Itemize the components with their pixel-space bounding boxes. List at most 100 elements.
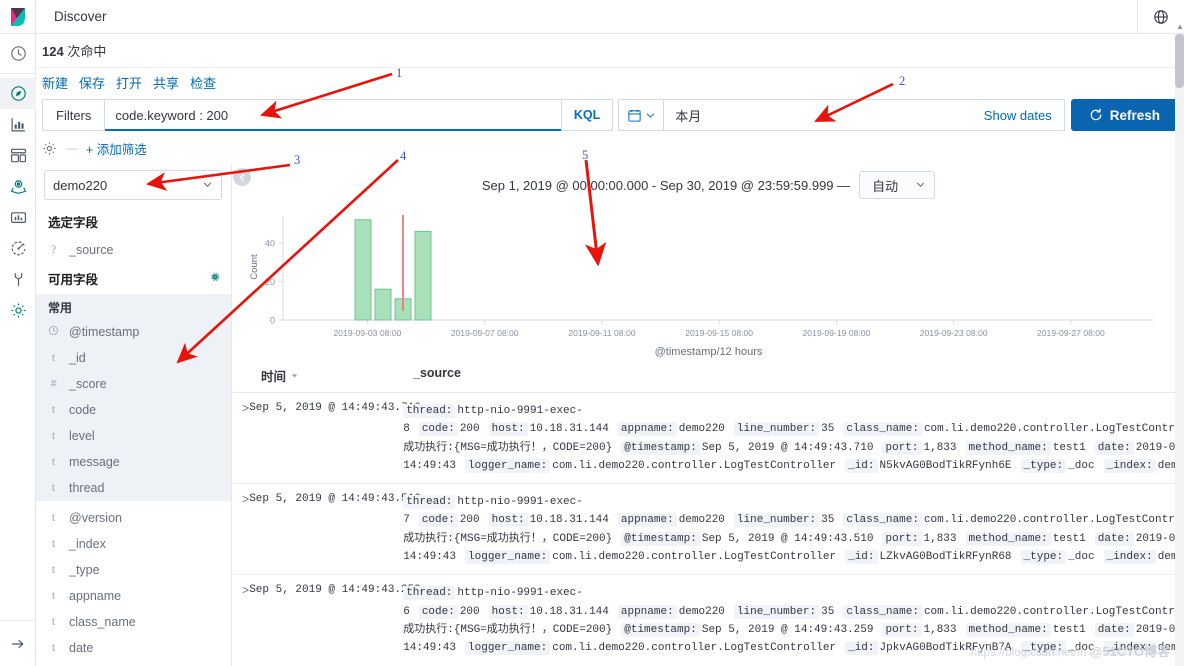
field-item-index[interactable]: t _index <box>36 531 231 557</box>
expand-row-icon[interactable]: > <box>233 402 249 475</box>
scrollbar-thumb[interactable] <box>1175 34 1184 88</box>
sidebar-item-recently-viewed[interactable] <box>0 38 36 69</box>
show-dates-button[interactable]: Show dates <box>972 100 1064 130</box>
field-settings-gear-icon[interactable] <box>209 271 221 286</box>
source-field-value: 1,833 <box>923 441 957 454</box>
discover-main-panel: Sep 1, 2019 @ 00:00:00.000 - Sep 30, 201… <box>233 164 1184 666</box>
sidebar-collapse-button[interactable] <box>233 168 251 186</box>
clock-icon <box>48 325 59 339</box>
field-name: @version <box>69 511 122 525</box>
field-sidebar: demo220 选定字段 ? _source 可用字段 常用 @timestam… <box>36 164 232 666</box>
source-field-value: 35 <box>821 514 835 527</box>
field-item-timestamp[interactable]: @timestamp <box>36 319 231 345</box>
interval-select[interactable]: 自动 <box>859 171 936 199</box>
source-field-key: class_name: <box>843 604 922 619</box>
field-item-id[interactable]: t _id <box>36 345 231 371</box>
action-save[interactable]: 保存 <box>79 73 105 92</box>
filters-tab-button[interactable]: Filters <box>43 100 106 130</box>
source-field-value: 1,833 <box>923 623 957 636</box>
field-name: date <box>69 641 94 655</box>
source-field-value: 10.18.31.144 <box>529 423 609 436</box>
histogram-chart[interactable]: 0 20 40 Count 2019-09-03 08:00 2019-09-07 08:… <box>243 202 1174 350</box>
chart-time-range: Sep 1, 2019 @ 00:00:00.000 - Sep 30, 201… <box>481 177 851 193</box>
field-item-date[interactable]: t date <box>36 635 231 661</box>
selected-fields-label: 选定字段 <box>48 216 99 230</box>
field-item-appname[interactable]: t appname <box>36 583 231 609</box>
table-row[interactable]: > Sep 5, 2019 @ 14:49:43.259 thread: http… <box>233 575 1184 666</box>
expand-row-icon[interactable]: > <box>233 584 249 657</box>
field-item-thread[interactable]: t thread <box>36 475 231 501</box>
action-inspect[interactable]: 检查 <box>190 73 216 92</box>
field-item-source[interactable]: ? _source <box>36 237 231 263</box>
source-field-value: test1 <box>1052 532 1086 545</box>
source-field-value: N5kvAG0BodTikRFynh6E <box>879 459 1012 472</box>
field-item-level[interactable]: t level <box>36 423 231 449</box>
field-item-host[interactable]: t host <box>36 661 231 666</box>
source-field-key: _type: <box>1020 641 1067 656</box>
source-field-key: _index: <box>1103 458 1156 473</box>
column-header-time[interactable]: 时间 <box>233 366 413 385</box>
source-field-value: com.li.demo220.controller.LogTestControl… <box>552 551 837 564</box>
source-field-key: code: <box>418 513 458 528</box>
column-header-source[interactable]: _source <box>413 366 1184 385</box>
expand-row-icon[interactable]: > <box>233 493 249 566</box>
filter-settings-icon[interactable] <box>42 140 58 156</box>
action-share[interactable]: 共享 <box>153 73 179 92</box>
table-row[interactable]: > Sep 5, 2019 @ 14:49:43.510 thread: http… <box>233 484 1184 576</box>
field-item-message[interactable]: t message <box>36 449 231 475</box>
sidebar-item-dev-tools[interactable] <box>0 264 36 295</box>
field-item-class-name[interactable]: t class_name <box>36 609 231 635</box>
svg-text:2019-09-19 08:00: 2019-09-19 08:00 <box>802 328 870 338</box>
sidebar-item-apm[interactable] <box>0 233 36 264</box>
field-item-version[interactable]: t @version <box>36 505 231 531</box>
index-pattern-select[interactable]: demo220 <box>44 170 222 200</box>
page-scrollbar[interactable]: ▲ <box>1175 22 1184 666</box>
date-range-display[interactable]: 本月 <box>664 100 972 130</box>
source-field-value: 35 <box>821 423 835 436</box>
source-field-key: appname: <box>617 604 677 619</box>
sidebar-item-dashboard[interactable] <box>0 140 36 171</box>
scroll-up-arrow-icon[interactable]: ▲ <box>1176 22 1184 31</box>
field-type-icon: t <box>51 352 56 364</box>
field-name: _id <box>69 351 86 365</box>
action-open[interactable]: 打开 <box>116 73 142 92</box>
source-field-key: @timestamp: <box>621 440 700 455</box>
rail-group-recent <box>0 34 35 74</box>
action-new[interactable]: 新建 <box>42 73 68 92</box>
selected-fields-header: 选定字段 <box>36 206 231 237</box>
source-field-key: host: <box>488 513 528 528</box>
source-field-value: com.li.demo220.controller.LogTestControl… <box>552 459 837 472</box>
filter-bar: — + 添加筛选 <box>42 135 1178 161</box>
kibana-logo[interactable] <box>0 0 35 34</box>
svg-text:0: 0 <box>270 316 275 326</box>
source-field-value: 200 <box>459 514 480 527</box>
source-field-value: demo220 <box>678 423 725 436</box>
field-item-code[interactable]: t code <box>36 397 231 423</box>
chart-header: Sep 1, 2019 @ 00:00:00.000 - Sep 30, 201… <box>233 164 1184 202</box>
field-type-icon: t <box>51 590 56 602</box>
source-field-key: @timestamp: <box>621 531 700 546</box>
nav-collapse-button[interactable] <box>0 620 36 666</box>
source-field-key: code: <box>418 604 458 619</box>
sidebar-item-management[interactable] <box>0 295 36 326</box>
field-item-type[interactable]: t _type <box>36 557 231 583</box>
sidebar-item-maps[interactable] <box>0 171 36 202</box>
sidebar-item-discover[interactable] <box>0 78 36 109</box>
source-field-key: port: <box>882 531 922 546</box>
sidebar-item-machine-learning[interactable] <box>0 202 36 233</box>
refresh-button[interactable]: Refresh <box>1070 99 1179 131</box>
svg-text:Count: Count <box>249 254 260 280</box>
field-item-score[interactable]: # _score <box>36 371 231 397</box>
source-field-value: 成功执行:{MSG=成功执行！，CODE=200} <box>403 532 613 545</box>
add-filter-button[interactable]: + 添加筛选 <box>86 139 147 158</box>
popular-fields-label: 常用 <box>48 301 73 315</box>
search-input[interactable] <box>105 100 561 130</box>
sidebar-item-visualize[interactable] <box>0 109 36 140</box>
query-language-button[interactable]: KQL <box>560 100 612 130</box>
table-row[interactable]: > Sep 5, 2019 @ 14:49:43.710 thread: http… <box>233 393 1184 485</box>
refresh-icon <box>1090 108 1102 121</box>
source-field-value: com.li.demo220.controller.LogTestControl… <box>552 642 837 655</box>
source-field-key: host: <box>488 422 528 437</box>
quick-select-button[interactable] <box>619 100 665 130</box>
row-time: Sep 5, 2019 @ 14:49:43.259 <box>249 584 421 597</box>
